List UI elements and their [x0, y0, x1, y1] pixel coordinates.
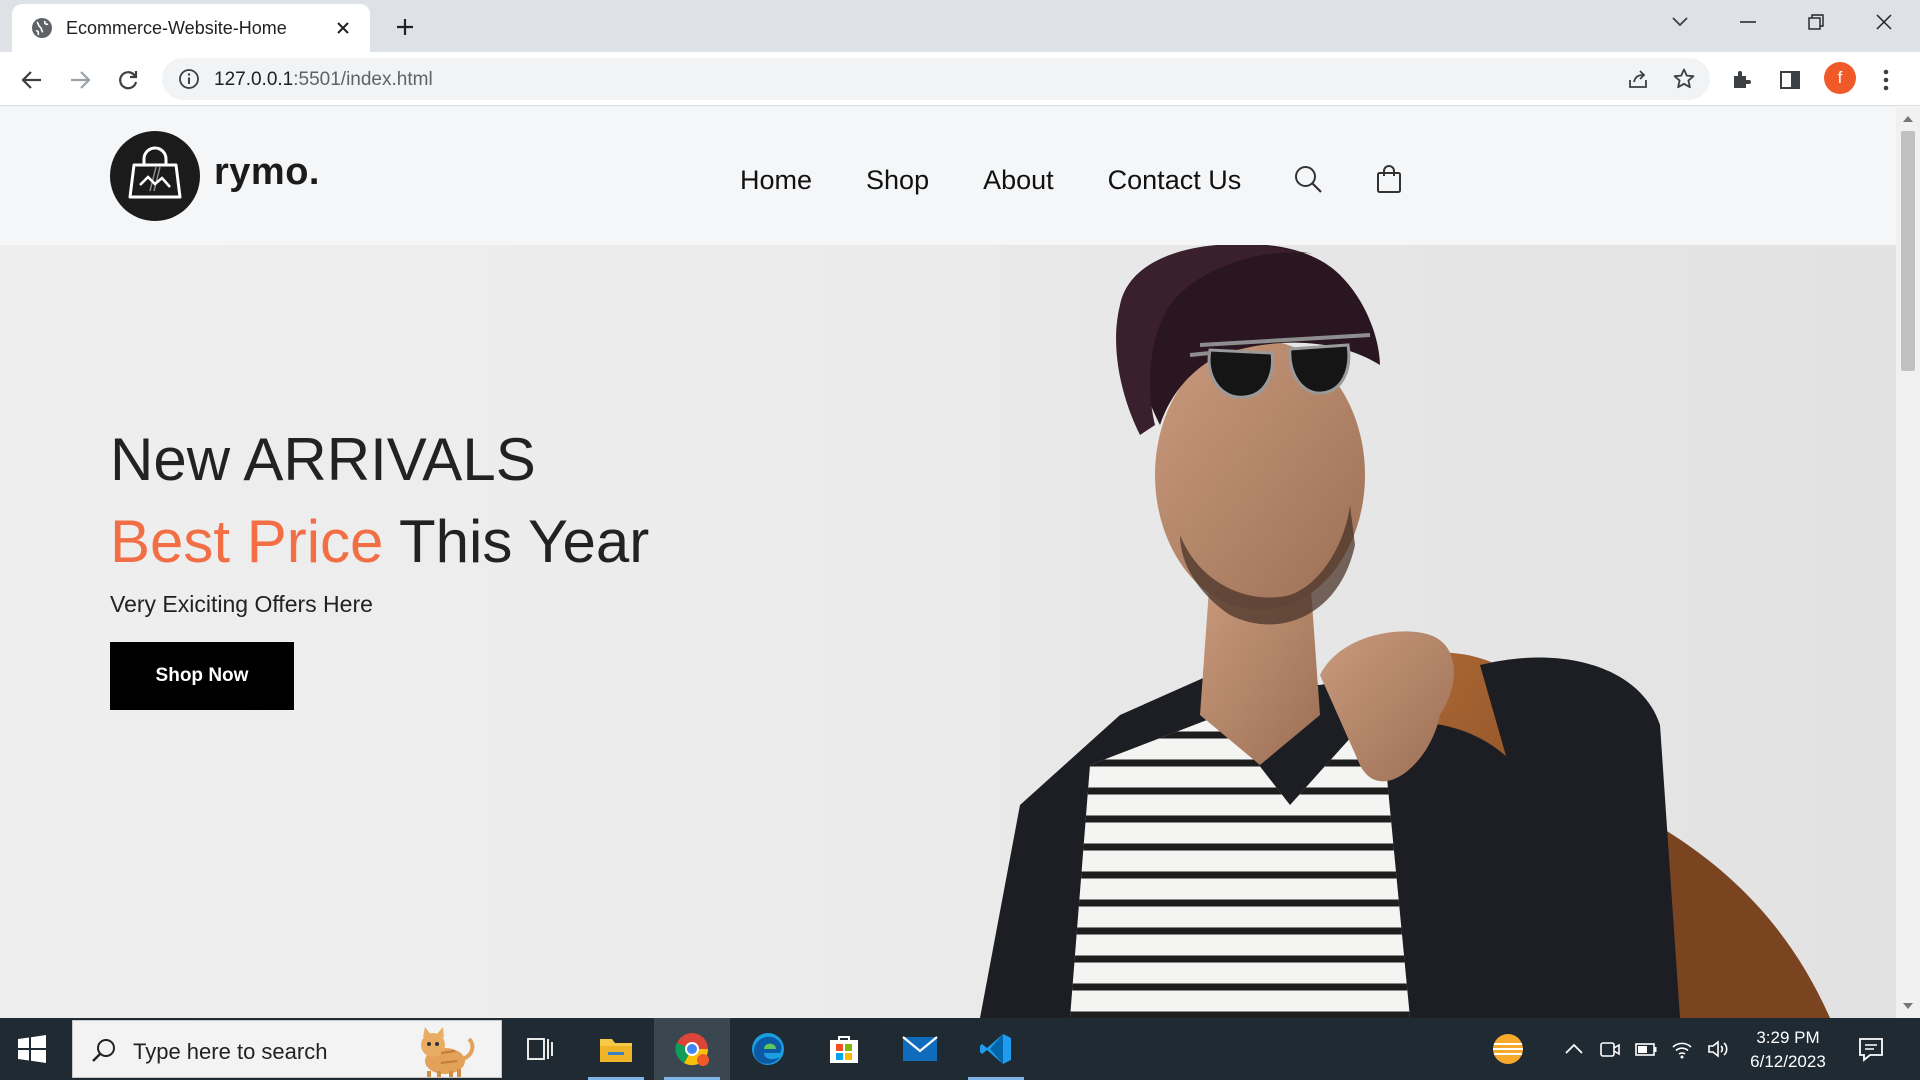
- site-info-icon[interactable]: [178, 68, 200, 90]
- tab-search-chevron-icon[interactable]: [1660, 8, 1700, 36]
- clock-date: 6/12/2023: [1750, 1052, 1826, 1071]
- chrome-icon[interactable]: [654, 1018, 730, 1080]
- system-clock[interactable]: 3:29 PM 6/12/2023: [1732, 1026, 1844, 1074]
- new-tab-icon[interactable]: [390, 12, 420, 42]
- nav-shop[interactable]: Shop: [866, 165, 929, 196]
- logo[interactable]: [110, 131, 200, 221]
- hero-tagline: Very Exiciting Offers Here: [110, 591, 373, 617]
- taskbar-search-box[interactable]: Type here to search: [72, 1020, 502, 1078]
- side-panel-icon[interactable]: [1774, 64, 1806, 96]
- nav-contact-us[interactable]: Contact Us: [1108, 165, 1242, 196]
- battery-icon[interactable]: [1634, 1038, 1658, 1060]
- browser-tabstrip: Ecommerce-Website-Home: [0, 0, 1920, 52]
- shopping-bag-icon[interactable]: [1374, 164, 1404, 194]
- logo-bag-icon: [128, 146, 182, 199]
- forward-icon[interactable]: [64, 64, 96, 96]
- hero-subheading-rest: This Year: [399, 508, 650, 575]
- globe-icon: [32, 18, 52, 38]
- hero-model-image: [980, 245, 1830, 1018]
- site-header: rymo. Home Shop About Contact Us: [0, 107, 1896, 245]
- edge-icon[interactable]: [730, 1018, 806, 1080]
- shop-now-button[interactable]: Shop Now: [110, 642, 294, 710]
- search-icon: [92, 1039, 115, 1062]
- file-explorer-icon[interactable]: [578, 1018, 654, 1080]
- meet-now-icon[interactable]: [1598, 1038, 1622, 1060]
- page-scrollbar[interactable]: [1896, 107, 1920, 1018]
- wifi-icon[interactable]: [1670, 1038, 1694, 1060]
- close-window-icon[interactable]: [1864, 8, 1904, 36]
- task-view-icon[interactable]: [502, 1018, 578, 1080]
- main-nav: Home Shop About Contact Us: [740, 165, 1241, 196]
- restore-icon[interactable]: [1796, 8, 1836, 36]
- extensions-icon[interactable]: [1726, 64, 1758, 96]
- hero-heading: New ARRIVALS: [110, 426, 536, 493]
- bookmark-star-icon[interactable]: [1672, 67, 1696, 91]
- scroll-thumb[interactable]: [1901, 131, 1915, 371]
- browser-tab[interactable]: Ecommerce-Website-Home: [12, 4, 370, 52]
- share-icon[interactable]: [1626, 67, 1650, 91]
- search-placeholder: Type here to search: [133, 1039, 328, 1064]
- clock-time: 3:29 PM: [1756, 1028, 1820, 1047]
- mail-icon[interactable]: [882, 1018, 958, 1080]
- reload-icon[interactable]: [112, 64, 144, 96]
- volume-icon[interactable]: [1706, 1038, 1730, 1060]
- browser-toolbar: 127.0.0.1:5501/index.html f: [0, 52, 1920, 106]
- scroll-up-arrow-icon[interactable]: [1902, 113, 1914, 125]
- logo-text[interactable]: rymo.: [214, 151, 320, 194]
- cat-illustration-icon: [421, 1027, 475, 1077]
- notification-center-icon[interactable]: [1858, 1036, 1884, 1062]
- nav-home[interactable]: Home: [740, 165, 812, 196]
- tab-title: Ecommerce-Website-Home: [66, 18, 287, 38]
- chevron-up-icon[interactable]: [1562, 1038, 1586, 1060]
- back-icon[interactable]: [16, 64, 48, 96]
- windows-taskbar: Type here to search 3:29 PM 6/12/2023: [0, 1018, 1920, 1080]
- windows-start-icon[interactable]: [18, 1035, 46, 1063]
- url-text[interactable]: 127.0.0.1:5501/index.html: [214, 69, 433, 91]
- minimize-icon[interactable]: [1728, 8, 1768, 36]
- weather-icon[interactable]: [1490, 1032, 1526, 1066]
- profile-avatar[interactable]: f: [1824, 62, 1856, 94]
- close-tab-icon[interactable]: [330, 15, 356, 41]
- hero-accent-text: Best Price: [110, 508, 384, 575]
- page-viewport: rymo. Home Shop About Contact Us New ARR…: [0, 107, 1896, 1018]
- vscode-icon[interactable]: [958, 1018, 1034, 1080]
- menu-dots-icon[interactable]: [1870, 64, 1902, 96]
- hero-subheading: Best Price This Year: [110, 507, 649, 576]
- search-icon[interactable]: [1293, 164, 1323, 194]
- scroll-down-arrow-icon[interactable]: [1902, 1000, 1914, 1012]
- nav-about[interactable]: About: [983, 165, 1054, 196]
- address-bar[interactable]: 127.0.0.1:5501/index.html: [162, 58, 1710, 100]
- microsoft-store-icon[interactable]: [806, 1018, 882, 1080]
- hero-section: New ARRIVALS Best Price This Year Very E…: [0, 245, 1896, 1018]
